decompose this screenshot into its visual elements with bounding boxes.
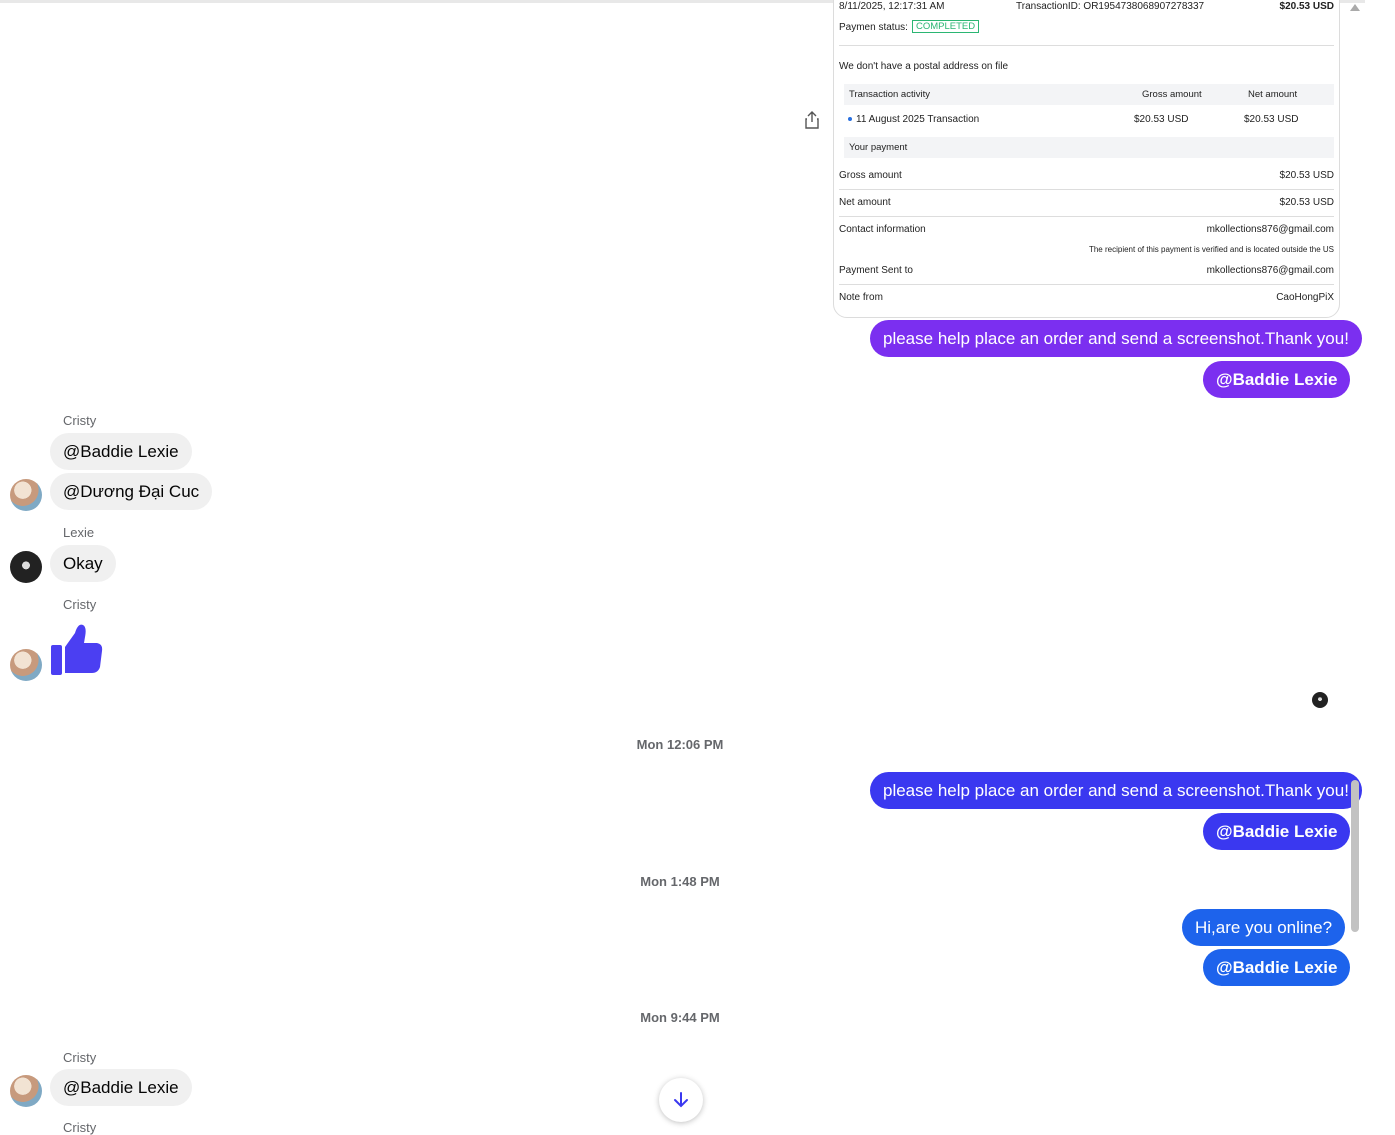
receipt-date: 8/11/2025, 12:17:31 AM [839, 1, 945, 12]
outgoing-message[interactable]: please help place an order and send a sc… [870, 772, 1362, 809]
receipt-note-value: CaoHongPiX [1276, 292, 1334, 303]
outgoing-mention[interactable]: @Baddie Lexie [1203, 813, 1351, 850]
sender-name: Cristy [63, 1050, 97, 1065]
sender-name: Cristy [63, 597, 97, 612]
scrollbar-thumb[interactable] [1351, 780, 1359, 932]
receipt-status-badge: COMPLETED [912, 20, 980, 33]
read-receipt-avatar [1312, 692, 1328, 708]
avatar-cristy[interactable] [10, 649, 42, 681]
avatar-cristy[interactable] [10, 479, 42, 511]
receipt-status-label: Paymen status: [839, 22, 908, 33]
share-icon[interactable] [803, 110, 821, 130]
timestamp: Mon 9:44 PM [640, 1010, 720, 1025]
receipt-row-activity: 11 August 2025 Transaction [848, 114, 979, 125]
receipt-header-gross: Gross amount [1142, 89, 1202, 100]
sender-name: Lexie [63, 525, 95, 540]
sender-name: Cristy [63, 413, 97, 428]
bullet-icon [848, 117, 852, 122]
incoming-mention[interactable]: @Dương Đại Cuc [50, 473, 213, 510]
scrollbar-track[interactable] [1365, 0, 1395, 1130]
receipt-divider [839, 216, 1334, 217]
scroll-to-bottom-button[interactable] [659, 1078, 703, 1122]
receipt-header-net: Net amount [1248, 89, 1298, 100]
receipt-your-payment: Your payment [849, 142, 908, 153]
receipt-divider [839, 45, 1334, 46]
scroll-up-arrow-icon[interactable] [1350, 4, 1360, 11]
sender-name: Cristy [63, 1120, 97, 1135]
receipt-row-activity-text: 11 August 2025 Transaction [856, 114, 980, 125]
outgoing-mention[interactable]: @Baddie Lexie [1203, 361, 1351, 398]
receipt-contact-value: mkollections876@gmail.com [1206, 224, 1334, 235]
receipt-row-gross: $20.53 USD [1134, 114, 1189, 125]
avatar-cristy[interactable] [10, 1075, 42, 1107]
receipt-sent-to-value: mkollections876@gmail.com [1206, 265, 1334, 276]
receipt-net-label: Net amount [839, 197, 891, 208]
outgoing-mention[interactable]: @Baddie Lexie [1203, 949, 1351, 986]
avatar-lexie[interactable] [10, 551, 42, 583]
receipt-your-payment-bar [844, 137, 1334, 158]
incoming-message[interactable]: Okay [50, 545, 116, 582]
receipt-divider [839, 189, 1334, 190]
receipt-contact-label: Contact information [839, 224, 926, 235]
receipt-image-attachment[interactable]: 8/11/2025, 12:17:31 AM TransactionID: OR… [833, 0, 1340, 318]
arrow-down-icon [674, 1092, 688, 1108]
receipt-verified-note: The recipient of this payment is verifie… [1088, 245, 1334, 254]
receipt-gross-value: $20.53 USD [1279, 170, 1334, 181]
timestamp: Mon 12:06 PM [636, 737, 724, 752]
receipt-top-amount: $20.53 USD [1279, 1, 1334, 12]
receipt-gross-label: Gross amount [839, 170, 902, 181]
receipt-divider [839, 284, 1334, 285]
receipt-header-activity: Transaction activity [849, 89, 930, 100]
receipt-row-net: $20.53 USD [1244, 114, 1299, 125]
receipt-net-value: $20.53 USD [1279, 197, 1334, 208]
incoming-mention[interactable]: @Baddie Lexie [50, 433, 192, 470]
receipt-postal-note: We don't have a postal address on file [839, 61, 1009, 72]
receipt-sent-to-label: Payment Sent to [839, 265, 913, 276]
receipt-note-label: Note from [839, 292, 883, 303]
outgoing-message[interactable]: please help place an order and send a sc… [870, 320, 1362, 357]
thumbs-up-icon[interactable] [50, 621, 104, 677]
outgoing-message[interactable]: Hi,are you online? [1182, 909, 1346, 946]
incoming-mention[interactable]: @Baddie Lexie [50, 1069, 192, 1106]
timestamp: Mon 1:48 PM [640, 874, 720, 889]
receipt-transaction-id: TransactionID: OR1954738068907278337 [1016, 1, 1205, 12]
